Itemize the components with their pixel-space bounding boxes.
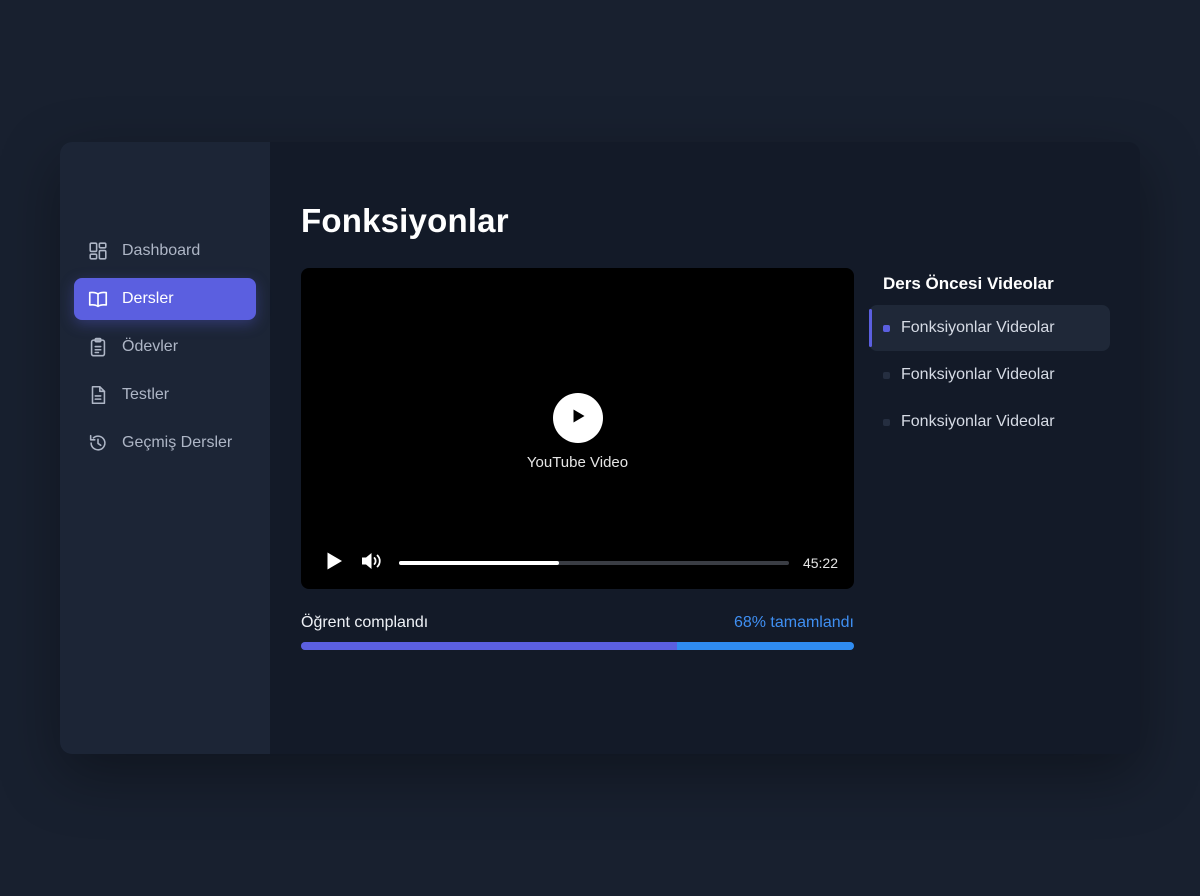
- course-progress-bar: [301, 642, 854, 650]
- pre-video-label: Fonksiyonlar Videolar: [901, 366, 1055, 383]
- play-button[interactable]: [323, 552, 345, 574]
- pre-videos-title: Ders Öncesi Videolar: [883, 274, 1054, 293]
- video-time: 45:22: [802, 555, 838, 571]
- seek-bar-fill: [399, 561, 559, 565]
- pre-videos-list: Fonksiyonlar Videolar Fonksiyonlar Video…: [869, 305, 1110, 446]
- sidebar-item-gecmis-dersler[interactable]: Geçmiş Dersler: [74, 422, 256, 464]
- page-title: Fonksiyonlar: [301, 202, 509, 239]
- sidebar-item-label: Dersler: [122, 290, 174, 307]
- sidebar-item-odevler[interactable]: Ödevler: [74, 326, 256, 368]
- seek-bar[interactable]: [399, 561, 789, 565]
- bullet-icon: [883, 325, 890, 332]
- volume-button[interactable]: [361, 552, 383, 574]
- progress-label: Öğrent complandı: [301, 614, 429, 631]
- pre-video-label: Fonksiyonlar Videolar: [901, 319, 1055, 336]
- video-player[interactable]: YouTube Video 45:22: [301, 268, 854, 589]
- pre-video-label: Fonksiyonlar Videolar: [901, 413, 1055, 430]
- sidebar-item-testler[interactable]: Testler: [74, 374, 256, 416]
- pre-video-item[interactable]: Fonksiyonlar Videolar: [869, 305, 1110, 351]
- bullet-icon: [883, 372, 890, 379]
- pre-video-item[interactable]: Fonksiyonlar Videolar: [869, 399, 1110, 445]
- bullet-icon: [883, 419, 890, 426]
- progress-percent: 68% tamamlandı: [733, 614, 854, 631]
- play-icon: [324, 551, 344, 576]
- big-play-button[interactable]: [553, 393, 603, 443]
- dashboard-icon: [87, 240, 109, 262]
- sidebar-item-label: Geçmiş Dersler: [122, 434, 233, 451]
- course-progress-fill: [301, 642, 854, 650]
- sidebar-item-dashboard[interactable]: Dashboard: [74, 230, 256, 272]
- volume-icon: [360, 550, 384, 577]
- video-controls: 45:22: [323, 551, 838, 575]
- sidebar-item-label: Testler: [122, 386, 170, 403]
- document-icon: [87, 384, 109, 406]
- clipboard-icon: [87, 336, 109, 358]
- history-icon: [87, 432, 109, 454]
- app-window: Dashboard Dersler Ödevler Testler Geçmiş…: [60, 142, 1140, 754]
- book-icon: [87, 288, 109, 310]
- sidebar-item-label: Dashboard: [122, 242, 201, 259]
- main-content: Fonksiyonlar YouTube Video 45:22 Öğrent …: [270, 142, 1140, 754]
- pre-video-item[interactable]: Fonksiyonlar Videolar: [869, 352, 1110, 398]
- play-icon: [569, 407, 587, 430]
- sidebar: Dashboard Dersler Ödevler Testler Geçmiş…: [60, 142, 270, 754]
- video-label: YouTube Video: [526, 454, 629, 471]
- sidebar-item-label: Ödevler: [122, 338, 179, 355]
- sidebar-item-dersler[interactable]: Dersler: [74, 278, 256, 320]
